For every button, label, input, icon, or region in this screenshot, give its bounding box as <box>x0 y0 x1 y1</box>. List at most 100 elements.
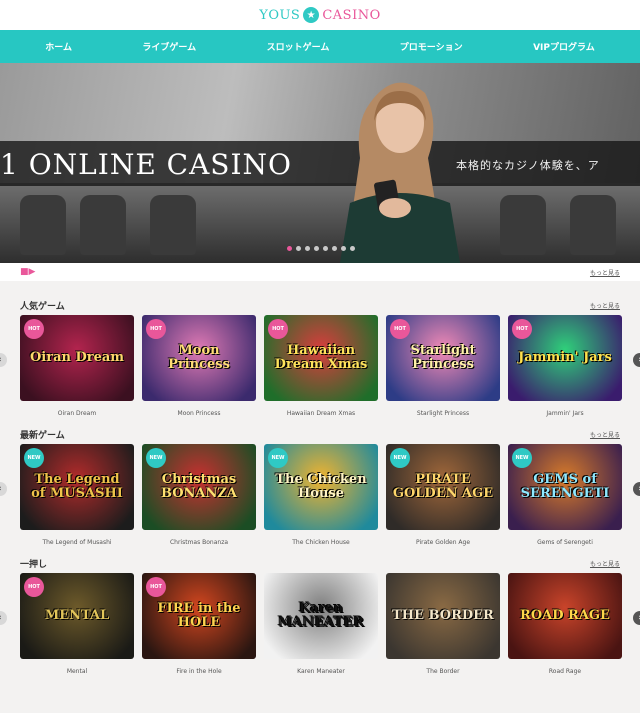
game-art-title: GEMS of SERENGETI <box>520 472 610 501</box>
game-thumbnail[interactable]: PIRATE GOLDEN AGE NEW <box>386 444 500 530</box>
game-card[interactable]: THE BORDER The Border <box>386 573 500 678</box>
hero-title: 1 ONLINE CASINO <box>0 148 293 181</box>
hero-tagline: 本格的なカジノ体験を、ア <box>456 159 600 172</box>
new-badge: NEW <box>512 448 532 468</box>
chevron-left-icon[interactable]: ‹ <box>0 611 7 625</box>
game-name: Oiran Dream <box>57 410 97 417</box>
game-art-title: Starlight Princess <box>410 343 476 372</box>
game-thumbnail[interactable]: MENTAL HOT <box>20 573 134 659</box>
game-art-title: The Chicken House <box>275 472 367 501</box>
game-card[interactable]: ROAD RAGE Road Rage <box>508 573 622 678</box>
game-thumbnail[interactable]: Starlight Princess HOT <box>386 315 500 401</box>
section-title: 一押し <box>20 559 48 570</box>
game-name: Christmas Bonanza <box>169 539 229 546</box>
game-row: Oiran Dream HOT Oiran Dream Moon Princess HO… <box>20 315 622 420</box>
game-art-title: Jammin' Jars <box>518 350 612 366</box>
game-card[interactable]: Karen MANEATER Karen Maneater <box>264 573 378 678</box>
game-art-title: PIRATE GOLDEN AGE <box>392 472 494 501</box>
carousel-dot[interactable] <box>287 246 292 251</box>
chair-shape <box>80 195 126 255</box>
game-art-title: Hawaiian Dream Xmas <box>274 343 368 372</box>
new-badge: NEW <box>146 448 166 468</box>
chevron-left-icon[interactable]: ‹ <box>0 482 7 496</box>
game-card[interactable]: Oiran Dream HOT Oiran Dream <box>20 315 134 420</box>
game-art-title: Christmas BONANZA <box>161 472 237 501</box>
game-name: Gems of Serengeti <box>537 539 593 546</box>
game-name: Road Rage <box>548 668 582 675</box>
nav-slot-games[interactable]: スロットゲーム <box>267 40 330 53</box>
nav-home[interactable]: ホーム <box>45 40 72 53</box>
game-name: Moon Princess <box>177 410 221 417</box>
game-row: The Legend of MUSASHI NEW The Legend of Mu… <box>20 444 622 549</box>
game-art-title: ROAD RAGE <box>520 608 610 624</box>
chevron-left-icon[interactable]: ‹ <box>0 353 7 367</box>
game-thumbnail[interactable]: Hawaiian Dream Xmas HOT <box>264 315 378 401</box>
game-card[interactable]: MENTAL HOT Mental <box>20 573 134 678</box>
game-thumbnail[interactable]: THE BORDER <box>386 573 500 659</box>
chevron-right-icon[interactable]: › <box>633 353 640 367</box>
nav-promotions[interactable]: プロモーション <box>400 40 463 53</box>
game-thumbnail[interactable]: GEMS of SERENGETI NEW <box>508 444 622 530</box>
game-thumbnail[interactable]: Karen MANEATER <box>264 573 378 659</box>
game-card[interactable]: The Chicken House NEW The Chicken House <box>264 444 378 549</box>
nav-vip-program[interactable]: VIPプログラム <box>533 40 595 53</box>
carousel-dot[interactable] <box>305 246 310 251</box>
game-thumbnail[interactable]: Christmas BONANZA NEW <box>142 444 256 530</box>
game-card[interactable]: Jammin' Jars HOT Jammin' Jars <box>508 315 622 420</box>
section-title: 人気ゲーム <box>20 301 65 312</box>
nav-live-games[interactable]: ライブゲーム <box>142 40 196 53</box>
section-more-link[interactable]: もっと見る <box>590 430 620 439</box>
game-thumbnail[interactable]: Oiran Dream HOT <box>20 315 134 401</box>
carousel-dot[interactable] <box>296 246 301 251</box>
section-more-link[interactable]: もっと見る <box>590 559 620 568</box>
star-icon: ★ <box>303 7 320 23</box>
audio-bar-more-link[interactable]: もっと見る <box>590 268 620 277</box>
game-card[interactable]: PIRATE GOLDEN AGE NEW Pirate Golden Age <box>386 444 500 549</box>
game-card[interactable]: Christmas BONANZA NEW Christmas Bonanza <box>142 444 256 549</box>
hero-banner[interactable]: 1 ONLINE CASINO 本格的なカジノ体験を、ア <box>0 63 640 263</box>
carousel-dot[interactable] <box>350 246 355 251</box>
game-thumbnail[interactable]: The Legend of MUSASHI NEW <box>20 444 134 530</box>
speaker-icon[interactable]: ■▶ <box>20 267 35 277</box>
game-thumbnail[interactable]: ROAD RAGE <box>508 573 622 659</box>
chevron-right-icon[interactable]: › <box>633 482 640 496</box>
game-thumbnail[interactable]: Jammin' Jars HOT <box>508 315 622 401</box>
game-name: The Legend of Musashi <box>42 539 112 546</box>
game-section: 最新ゲーム もっと見る The Legend of MUSASHI NEW The Le… <box>0 424 640 549</box>
game-name: Jammin' Jars <box>546 410 584 417</box>
audio-bar: ■▶ もっと見る <box>0 263 640 281</box>
game-card[interactable]: FIRE in the HOLE HOT Fire in the Hole <box>142 573 256 678</box>
game-art-title: Oiran Dream <box>29 350 125 366</box>
game-card[interactable]: GEMS of SERENGETI NEW Gems of Serengeti <box>508 444 622 549</box>
game-card[interactable]: Starlight Princess HOT Starlight Princess <box>386 315 500 420</box>
game-card[interactable]: Moon Princess HOT Moon Princess <box>142 315 256 420</box>
section-more-link[interactable]: もっと見る <box>590 301 620 310</box>
game-name: Starlight Princess <box>416 410 470 417</box>
chair-shape <box>20 195 66 255</box>
game-thumbnail[interactable]: FIRE in the HOLE HOT <box>142 573 256 659</box>
game-row: MENTAL HOT Mental FIRE in the HOLE HOT Fire i… <box>20 573 622 678</box>
carousel-dot[interactable] <box>314 246 319 251</box>
chevron-right-icon[interactable]: › <box>633 611 640 625</box>
site-logo[interactable]: YOUS ★ CASINO <box>259 7 381 23</box>
game-sections: 人気ゲーム もっと見る Oiran Dream HOT Oiran Dream Moon … <box>0 281 640 678</box>
game-art-title: FIRE in the HOLE <box>157 601 241 630</box>
carousel-dot[interactable] <box>332 246 337 251</box>
carousel-dots <box>287 246 355 251</box>
game-art-title: Karen MANEATER <box>277 601 365 630</box>
game-card[interactable]: Hawaiian Dream Xmas HOT Hawaiian Dream Xma… <box>264 315 378 420</box>
hot-badge: HOT <box>146 319 166 339</box>
hot-badge: HOT <box>268 319 288 339</box>
game-section: 一押し もっと見る MENTAL HOT Mental FIRE in the HOLE H… <box>0 553 640 678</box>
game-name: The Border <box>426 668 460 675</box>
hot-badge: HOT <box>390 319 410 339</box>
game-thumbnail[interactable]: The Chicken House NEW <box>264 444 378 530</box>
game-art-title: THE BORDER <box>392 608 494 624</box>
carousel-dot[interactable] <box>341 246 346 251</box>
game-card[interactable]: The Legend of MUSASHI NEW The Legend of Mu… <box>20 444 134 549</box>
logo-right-text: CASINO <box>322 7 381 23</box>
carousel-dot[interactable] <box>323 246 328 251</box>
new-badge: NEW <box>390 448 410 468</box>
game-thumbnail[interactable]: Moon Princess HOT <box>142 315 256 401</box>
section-header: 人気ゲーム もっと見る <box>20 295 620 315</box>
